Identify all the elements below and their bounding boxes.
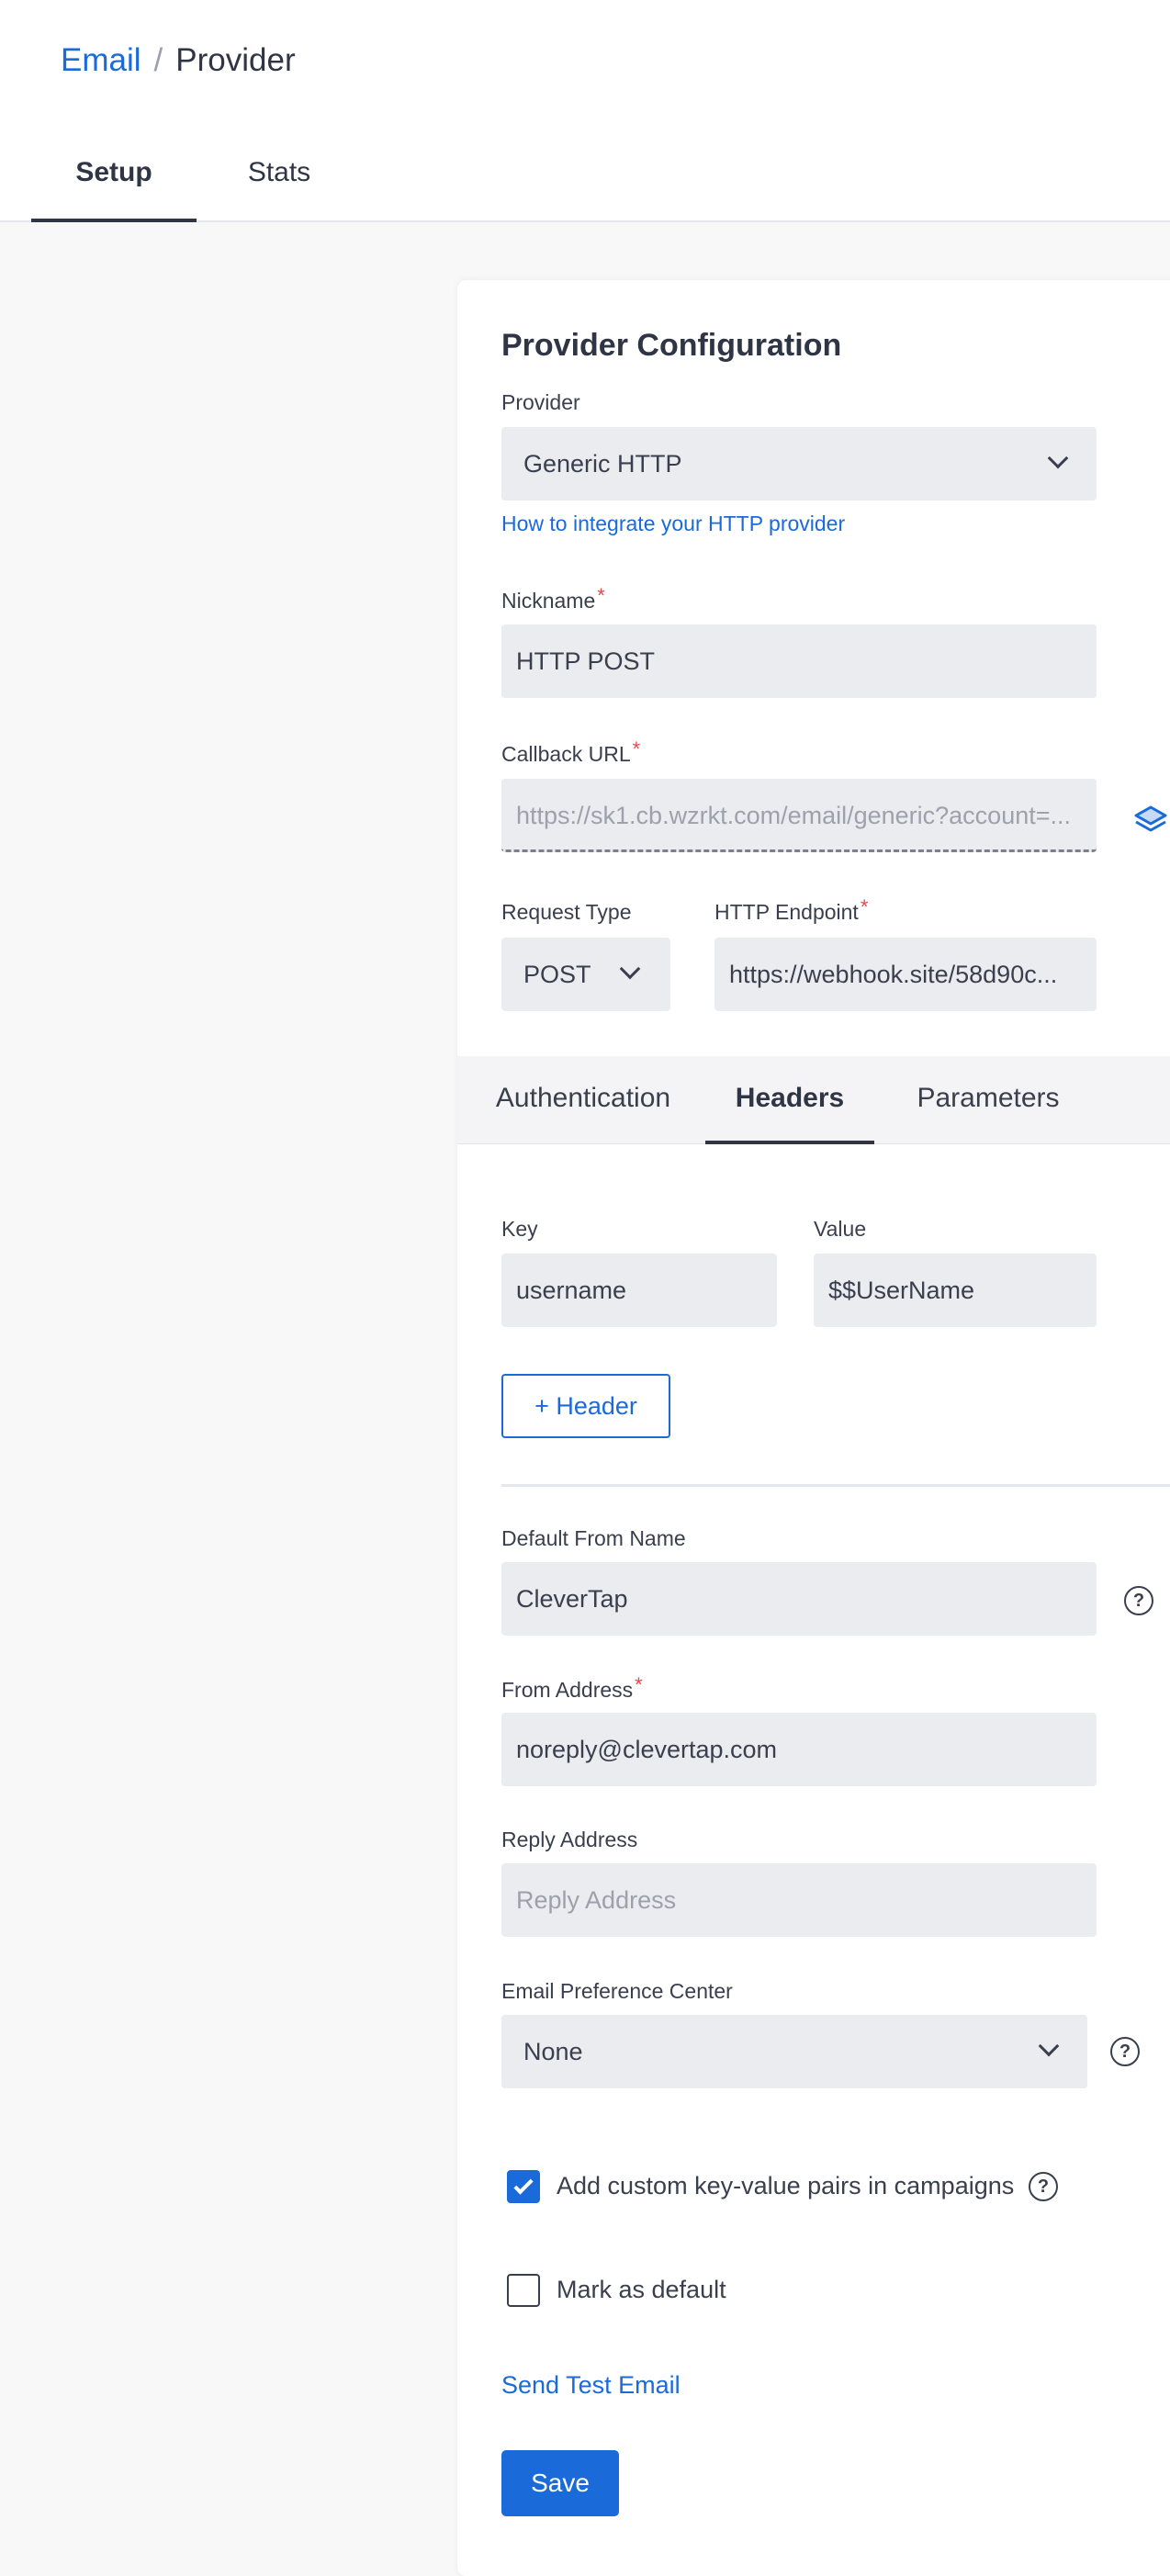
callback-url-label: Callback URL* xyxy=(501,737,641,766)
chevron-down-icon xyxy=(1047,447,1069,469)
mark-default-label: Mark as default xyxy=(557,2276,726,2303)
section-divider xyxy=(501,1484,1170,1487)
add-header-button[interactable]: + Header xyxy=(501,1374,670,1438)
provider-select[interactable]: Generic HTTP xyxy=(501,427,1097,501)
reply-address-input[interactable]: Reply Address xyxy=(501,1863,1097,1937)
copy-icon[interactable] xyxy=(1132,802,1169,838)
breadcrumb-current: Provider xyxy=(175,42,296,78)
card-title: Provider Configuration xyxy=(501,328,842,363)
integrate-provider-link[interactable]: How to integrate your HTTP provider xyxy=(501,512,845,536)
required-marker: * xyxy=(632,737,641,760)
header-value-label: Value xyxy=(814,1217,867,1241)
header-key-label: Key xyxy=(501,1217,538,1241)
tab-setup[interactable]: Setup xyxy=(31,147,197,222)
nickname-input[interactable]: HTTP POST xyxy=(501,624,1097,698)
preference-center-value: None xyxy=(523,2038,583,2065)
http-endpoint-input[interactable]: https://webhook.site/58d90c... xyxy=(714,938,1097,1011)
provider-label: Provider xyxy=(501,390,580,414)
header-key-input[interactable]: username xyxy=(501,1254,777,1327)
header-value-input[interactable]: $$UserName xyxy=(814,1254,1097,1327)
from-address-label: From Address* xyxy=(501,1673,643,1702)
required-marker: * xyxy=(860,895,869,918)
help-icon[interactable]: ? xyxy=(1029,2172,1058,2201)
custom-kv-label: Add custom key-value pairs in campaigns xyxy=(557,2172,1015,2199)
preference-center-select[interactable]: None xyxy=(501,2015,1087,2088)
chevron-down-icon xyxy=(1038,2035,1060,2057)
check-icon xyxy=(513,2175,534,2195)
breadcrumb-email-link[interactable]: Email xyxy=(61,42,141,78)
provider-configuration-card: Provider Configuration Provider Generic … xyxy=(457,280,1170,2576)
tab-stats[interactable]: Stats xyxy=(215,147,343,222)
request-type-select[interactable]: POST xyxy=(501,938,670,1011)
custom-kv-checkbox[interactable] xyxy=(507,2170,540,2203)
required-marker: * xyxy=(597,584,605,607)
required-marker: * xyxy=(635,1673,643,1696)
tab-parameters[interactable]: Parameters xyxy=(887,1056,1089,1144)
preference-center-label: Email Preference Center xyxy=(501,1979,733,2003)
tab-authentication[interactable]: Authentication xyxy=(474,1056,692,1144)
from-address-input[interactable]: noreply@clevertap.com xyxy=(501,1713,1097,1786)
request-type-label: Request Type xyxy=(501,900,632,924)
http-endpoint-label: HTTP Endpoint* xyxy=(714,895,869,924)
callback-url-field: https://sk1.cb.wzrkt.com/email/generic?a… xyxy=(501,779,1097,852)
help-icon[interactable]: ? xyxy=(1110,2037,1140,2066)
from-name-label: Default From Name xyxy=(501,1526,686,1550)
request-type-value: POST xyxy=(523,961,591,988)
help-icon[interactable]: ? xyxy=(1124,1586,1153,1615)
nickname-label: Nickname* xyxy=(501,584,605,613)
reply-address-label: Reply Address xyxy=(501,1828,638,1851)
mark-default-checkbox[interactable] xyxy=(507,2274,540,2307)
chevron-down-icon xyxy=(619,958,641,980)
config-sub-tabs: Authentication Headers Parameters xyxy=(457,1056,1170,1144)
breadcrumb-separator: / xyxy=(153,42,163,78)
from-name-input[interactable]: CleverTap xyxy=(501,1562,1097,1636)
save-button[interactable]: Save xyxy=(501,2450,619,2516)
send-test-email-link[interactable]: Send Test Email xyxy=(501,2371,681,2400)
breadcrumb: Email / Provider xyxy=(61,42,296,79)
provider-select-value: Generic HTTP xyxy=(523,450,682,478)
tab-headers[interactable]: Headers xyxy=(705,1056,874,1144)
page-header: Email / Provider Setup Stats xyxy=(0,0,1170,222)
